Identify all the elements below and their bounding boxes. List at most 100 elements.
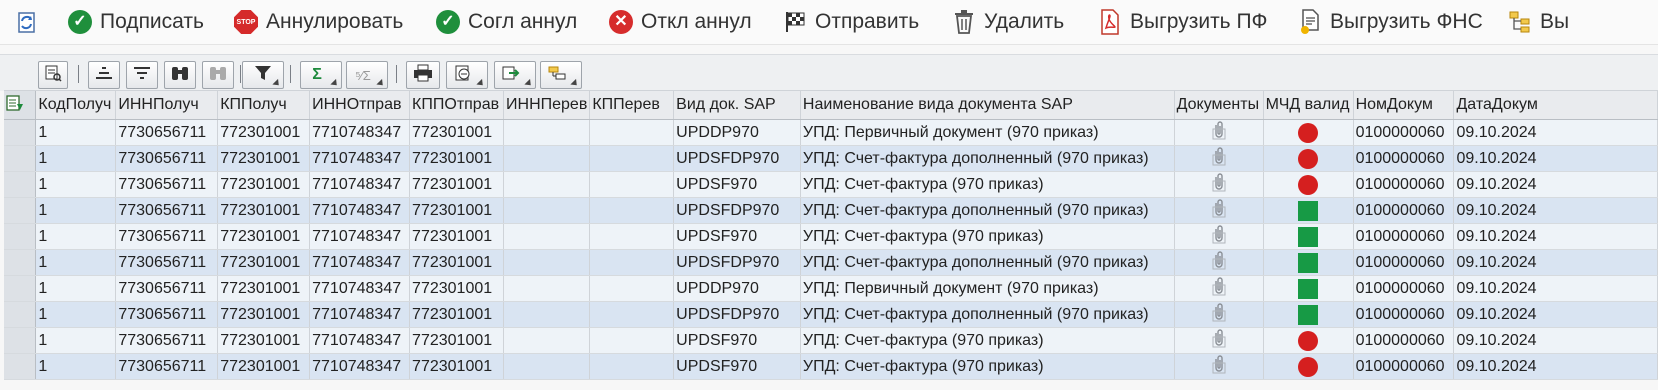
row-selector[interactable] — [4, 197, 37, 224]
column-header[interactable]: КППолуч — [217, 91, 311, 120]
reject-annul-button[interactable]: ✕ Откл аннул — [607, 6, 752, 38]
export-button[interactable] — [494, 61, 536, 89]
cell-inn_pol: 7730656711 — [115, 301, 219, 328]
cell-date: 09.10.2024 — [1453, 275, 1658, 302]
documents-button[interactable] — [1174, 301, 1264, 328]
refresh-button[interactable] — [12, 6, 46, 38]
documents-button[interactable] — [1174, 197, 1264, 224]
document-table: КодПолуч ИННПолуч КППолуч ИННОтправ КППО… — [4, 91, 1658, 380]
sign-button[interactable]: ✓ Подписать — [66, 6, 204, 38]
table-row[interactable]: 1 7730656711 772301001 7710748347 772301001 U… — [4, 353, 1658, 380]
column-header[interactable]: КППОтправ — [409, 91, 505, 120]
find-button[interactable] — [164, 61, 196, 89]
row-selector[interactable] — [4, 327, 37, 354]
column-header[interactable]: ДатаДокум — [1453, 91, 1658, 120]
print-button[interactable] — [406, 61, 440, 89]
row-selector[interactable] — [4, 223, 37, 250]
cell-kpp_perev — [589, 275, 675, 302]
paperclip-icon — [1212, 251, 1226, 274]
documents-button[interactable] — [1174, 353, 1264, 380]
select-all-button[interactable] — [4, 91, 37, 120]
row-selector[interactable] — [4, 145, 37, 172]
column-header[interactable]: Наименование вида документа SAP — [800, 91, 1175, 120]
column-header[interactable]: НомДокум — [1353, 91, 1455, 120]
documents-button[interactable] — [1174, 119, 1264, 146]
cell-inn_pol: 7730656711 — [115, 171, 219, 198]
cell-kpp_pol: 772301001 — [217, 223, 311, 250]
cell-inn_pol: 7730656711 — [115, 275, 219, 302]
check-icon: ✓ — [434, 8, 462, 36]
details-button[interactable] — [38, 61, 68, 89]
approve-annul-button[interactable]: ✓ Согл аннул — [434, 6, 577, 38]
cell-nom: 0100000060 — [1353, 249, 1455, 276]
send-button[interactable]: Отправить — [781, 6, 919, 38]
cell-nom: 0100000060 — [1353, 275, 1455, 302]
table-row[interactable]: 1 7730656711 772301001 7710748347 772301001 U… — [4, 145, 1658, 172]
column-header[interactable]: Документы — [1174, 91, 1264, 120]
cell-inn_pol: 7730656711 — [115, 327, 219, 354]
column-header[interactable]: Вид док. SAP — [673, 91, 801, 120]
documents-button[interactable] — [1174, 145, 1264, 172]
cell-kpp_pol: 772301001 — [217, 275, 311, 302]
cell-kpp_pol: 772301001 — [217, 353, 311, 380]
grid-toolbar: Σ ⁵⁄Σ — [0, 54, 1658, 91]
column-header[interactable]: ИННПолуч — [115, 91, 219, 120]
cell-name: УПД: Счет-фактура (970 приказ) — [800, 223, 1175, 250]
cell-kpp_perev — [589, 327, 675, 354]
cell-name: УПД: Счет-фактура (970 приказ) — [800, 353, 1175, 380]
table-row[interactable]: 1 7730656711 772301001 7710748347 772301001 U… — [4, 249, 1658, 276]
cell-inn_perev — [503, 197, 591, 224]
cell-nom: 0100000060 — [1353, 145, 1455, 172]
column-header[interactable]: КодПолуч — [35, 91, 117, 120]
row-selector[interactable] — [4, 119, 37, 146]
table-row[interactable]: 1 7730656711 772301001 7710748347 772301001 U… — [4, 327, 1658, 354]
table-row[interactable]: 1 7730656711 772301001 7710748347 772301001 U… — [4, 119, 1658, 146]
cell-inn_perev — [503, 301, 591, 328]
column-header[interactable]: ИННОтправ — [309, 91, 411, 120]
documents-button[interactable] — [1174, 223, 1264, 250]
paperclip-icon — [1212, 355, 1226, 378]
row-selector[interactable] — [4, 171, 37, 198]
cell-name: УПД: Счет-фактура (970 приказ) — [800, 327, 1175, 354]
sum-button[interactable]: Σ — [300, 61, 342, 89]
cell-vid: UPDSFDP970 — [673, 301, 801, 328]
cell-kod: 1 — [35, 197, 117, 224]
export-pf-button[interactable]: Выгрузить ПФ — [1096, 6, 1268, 38]
more-button[interactable]: Вы — [1506, 6, 1569, 38]
subtotal-button[interactable]: ⁵⁄Σ — [346, 61, 388, 89]
documents-button[interactable] — [1174, 249, 1264, 276]
delete-button[interactable]: Удалить — [950, 6, 1064, 38]
export-fns-button[interactable]: Выгрузить ФНС — [1296, 6, 1483, 38]
row-selector[interactable] — [4, 275, 37, 302]
documents-button[interactable] — [1174, 327, 1264, 354]
table-row[interactable]: 1 7730656711 772301001 7710748347 772301001 U… — [4, 197, 1658, 224]
column-header[interactable]: ИННПерев — [503, 91, 591, 120]
row-selector[interactable] — [4, 301, 37, 328]
sort-descending-button[interactable] — [126, 61, 158, 89]
check-icon: ✓ — [66, 8, 94, 36]
cell-inn_otpr: 7710748347 — [309, 301, 411, 328]
layout-button[interactable] — [540, 61, 582, 89]
table-row[interactable]: 1 7730656711 772301001 7710748347 772301001 U… — [4, 275, 1658, 302]
table-row[interactable]: 1 7730656711 772301001 7710748347 772301001 U… — [4, 301, 1658, 328]
table-row[interactable]: 1 7730656711 772301001 7710748347 772301001 U… — [4, 171, 1658, 198]
column-header[interactable]: МЧД валид — [1263, 91, 1354, 120]
column-header[interactable]: КППерев — [589, 91, 675, 120]
documents-button[interactable] — [1174, 171, 1264, 198]
row-selector[interactable] — [4, 249, 37, 276]
paperclip-icon — [1212, 147, 1226, 170]
cell-name: УПД: Счет-фактура дополненный (970 прика… — [800, 197, 1175, 224]
sort-ascending-button[interactable] — [88, 61, 120, 89]
views-button[interactable] — [446, 61, 488, 89]
documents-button[interactable] — [1174, 275, 1264, 302]
send-button-label: Отправить — [815, 10, 920, 33]
filter-button[interactable] — [242, 61, 284, 89]
annul-button[interactable]: STOP Аннулировать — [232, 6, 403, 38]
export-pf-button-label: Выгрузить ПФ — [1130, 10, 1268, 33]
approve-annul-button-label: Согл аннул — [468, 10, 578, 33]
find-next-button[interactable] — [202, 61, 234, 89]
cell-kpp_perev — [589, 197, 675, 224]
table-row[interactable]: 1 7730656711 772301001 7710748347 772301001 U… — [4, 223, 1658, 250]
cell-kpp_pol: 772301001 — [217, 119, 311, 146]
row-selector[interactable] — [4, 353, 37, 380]
